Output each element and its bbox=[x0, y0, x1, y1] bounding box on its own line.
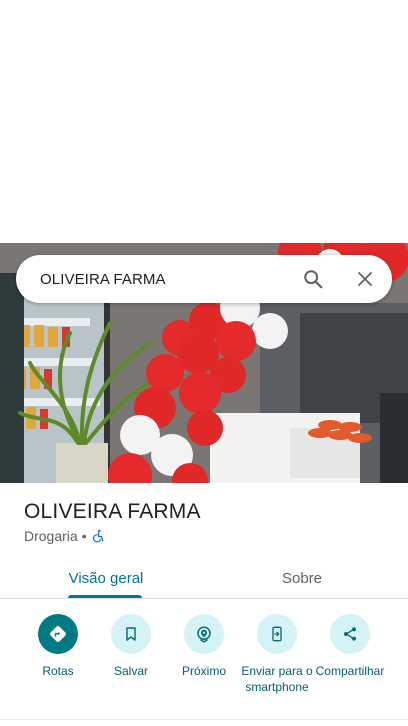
tab-overview[interactable]: Visão geral bbox=[52, 558, 160, 598]
share-icon bbox=[330, 614, 370, 654]
search-bar[interactable]: OLIVEIRA FARMA bbox=[16, 255, 392, 303]
tab-selected-indicator bbox=[68, 595, 142, 598]
send-to-phone-button[interactable]: Enviar para o smartphone bbox=[237, 614, 317, 695]
share-button[interactable]: Compartilhar bbox=[310, 614, 390, 679]
action-buttons-row: Rotas Salvar Próximo Enviar para o smart… bbox=[0, 614, 408, 714]
search-icon[interactable] bbox=[293, 259, 333, 299]
save-label: Salvar bbox=[113, 664, 148, 678]
bookmark-icon bbox=[111, 614, 151, 654]
wheelchair-accessible-icon bbox=[91, 529, 105, 543]
send-to-phone-icon bbox=[257, 614, 297, 654]
share-label: Compartilhar bbox=[315, 664, 385, 678]
place-name: OLIVEIRA FARMA bbox=[24, 500, 201, 523]
place-category: Drogaria bbox=[24, 528, 78, 544]
separator-dot: • bbox=[81, 528, 87, 544]
nearby-label: Próximo bbox=[181, 664, 226, 678]
directions-button[interactable]: Rotas bbox=[18, 614, 98, 679]
bottom-divider bbox=[0, 719, 408, 720]
search-query-text[interactable]: OLIVEIRA FARMA bbox=[40, 271, 293, 288]
send-to-phone-label: Enviar para o smartphone bbox=[241, 664, 313, 694]
place-tabs: Visão geral Sobre bbox=[0, 558, 408, 599]
directions-label: Rotas bbox=[42, 664, 74, 678]
tab-about[interactable]: Sobre bbox=[250, 558, 354, 598]
save-button[interactable]: Salvar bbox=[91, 614, 171, 679]
nearby-button[interactable]: Próximo bbox=[164, 614, 244, 679]
close-icon[interactable] bbox=[345, 259, 385, 299]
place-subtitle: Drogaria • bbox=[24, 528, 105, 544]
map-blank-area bbox=[0, 0, 408, 243]
nearby-icon bbox=[184, 614, 224, 654]
directions-icon bbox=[38, 614, 78, 654]
